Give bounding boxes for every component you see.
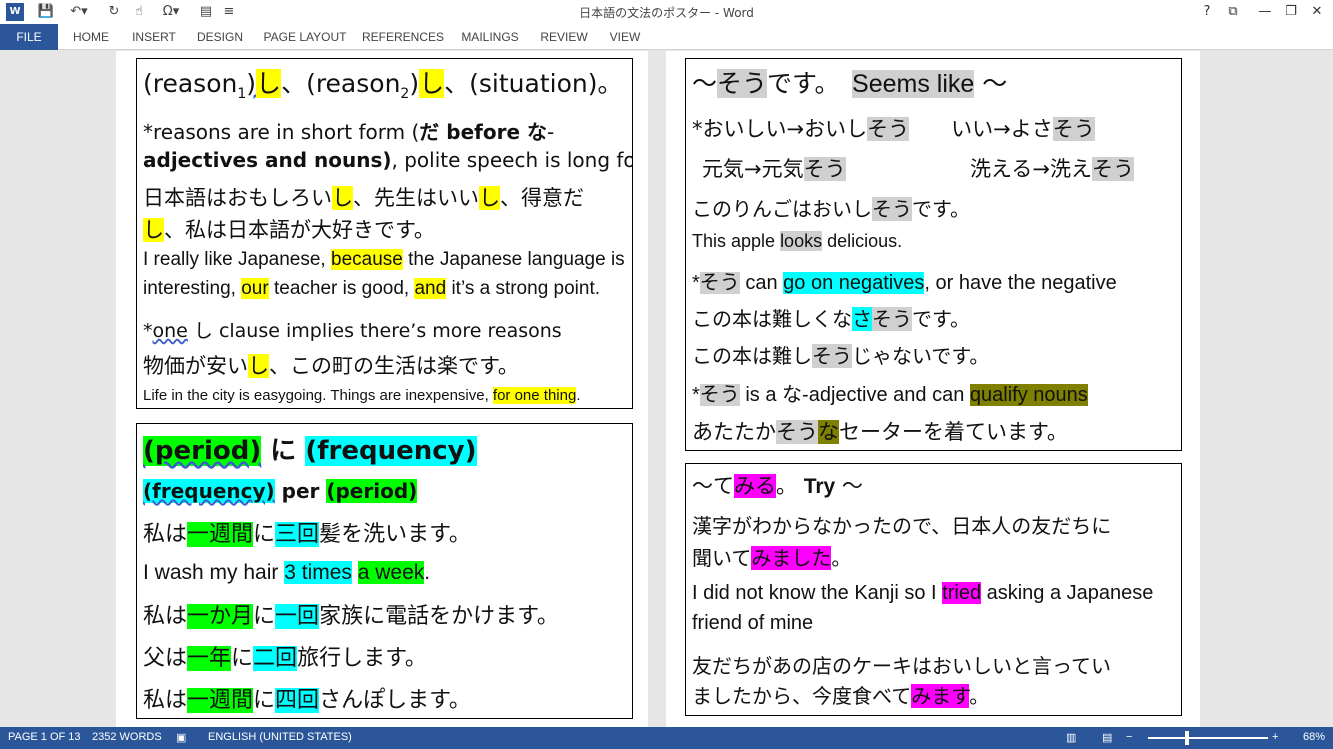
example-jp-kanji-b: 聞いてみました。 (692, 546, 852, 570)
box-reasons-shi: (reason1)し、(reason2)し、(situation)。 *reas… (136, 58, 633, 409)
zoom-slider[interactable] (1148, 737, 1268, 739)
ribbon-tabs: FILE HOME INSERT DESIGN PAGE LAYOUT REFE… (0, 24, 1333, 73)
example-jp-book-not-difficult: この本は難しくなさそうです。 (692, 307, 970, 331)
example-jp-travel: 父は一年に二回旅行します。 (143, 646, 427, 671)
restore-icon[interactable]: ❐ (1280, 2, 1302, 22)
proofing-icon[interactable]: ▣ (176, 731, 186, 744)
example-jp-book-difficult-neg: この本は難しそうじゃないです。 (692, 344, 990, 368)
word-count[interactable]: 2352 WORDS (92, 731, 162, 743)
heading-shi: (reason1)し、(reason2)し、(situation)。 (143, 69, 623, 102)
tab-file[interactable]: FILE (0, 24, 58, 50)
tab-view[interactable]: VIEW (602, 24, 648, 50)
box-frequency-ni: (period) に (frequency) (frequency) per (… (136, 423, 633, 719)
example-en-1b: interesting, our teacher is good, and it… (143, 278, 601, 299)
note-polite-speech: adjectives and nouns), polite speech is … (143, 148, 632, 172)
zoom-slider-thumb[interactable] (1184, 731, 1189, 745)
status-bar: PAGE 1 OF 13 2352 WORDS ▣ ENGLISH (UNITE… (0, 727, 1333, 749)
example-jp-cake-a: 友だちがあの店のケーキはおいしいと言ってい (692, 654, 1111, 678)
print-layout-icon[interactable]: ▤ (1102, 731, 1112, 744)
word-window: W 💾 ↶▾ ↻ ☝ Ω▾ ▤ ≡ 日本語の文法のポスター - Word ? ⧉… (0, 0, 1333, 749)
ribbon-display-options-icon[interactable]: ⧉ (1222, 2, 1244, 22)
zoom-level[interactable]: 68% (1303, 731, 1325, 743)
example-jp-cake-b: ましたから、今度食べてみます。 (692, 684, 990, 708)
note-na-adjective: *そう is a な-adjective and can qualify nou… (692, 384, 1088, 406)
example-jp-call-family: 私は一か月に一回家族に電話をかけます。 (143, 604, 559, 629)
tab-design[interactable]: DESIGN (192, 24, 248, 50)
window-title: 日本語の文法のポスター - Word (579, 6, 754, 20)
tab-insert[interactable]: INSERT (126, 24, 182, 50)
example-oishisou-yosasou: *おいしい→おいしそう いい→よさそう (692, 117, 1095, 141)
tab-review[interactable]: REVIEW (536, 24, 592, 50)
zoom-out-icon[interactable]: − (1126, 731, 1132, 743)
example-jp-1b: し、私は日本語が大好きです。 (143, 218, 435, 242)
tab-references[interactable]: REFERENCES (362, 24, 444, 50)
example-en-apple: This apple looks delicious. (692, 231, 903, 251)
heading-sou: ～そうです。 Seems like ～ (692, 69, 1008, 98)
tab-page-layout[interactable]: PAGE LAYOUT (258, 24, 352, 50)
help-icon[interactable]: ? (1196, 2, 1218, 22)
note-negatives: *そう can go on negatives, or have the neg… (692, 272, 1117, 294)
example-jp-sweater: あたたかそうなセーターを着ています。 (692, 420, 1068, 444)
example-en-wash-hair: I wash my hair 3 times a week. (143, 561, 431, 584)
example-jp-2: 物価が安いし、この町の生活は楽です。 (143, 354, 519, 378)
heading-temiru: ～てみる。 Try ～ (692, 474, 863, 498)
example-genkisou: 元気→元気そう (702, 157, 846, 181)
minimize-icon[interactable]: — (1254, 2, 1276, 22)
example-jp-wash-hair: 私は一週間に三回髪を洗います。 (143, 522, 471, 547)
example-jp-apple: このりんごはおいしそうです。 (692, 197, 970, 221)
tab-mailings[interactable]: MAILINGS (454, 24, 526, 50)
note-one-clause: *one し clause implies there’s more reaso… (143, 320, 562, 342)
example-en-1a: I really like Japanese, because the Japa… (143, 249, 625, 270)
example-en-kanji-a: I did not know the Kanji so I tried aski… (692, 582, 1154, 604)
read-mode-icon[interactable]: ▥ (1066, 731, 1076, 744)
box-temiru-try: ～てみる。 Try ～ 漢字がわからなかったので、日本人の友だちに 聞いてみまし… (685, 463, 1182, 716)
language-indicator[interactable]: ENGLISH (UNITED STATES) (208, 731, 352, 743)
example-araesou: 洗える→洗えそう (970, 157, 1134, 181)
heading-period-ni-frequency: (period) に (frequency) (143, 436, 477, 466)
note-short-form: *reasons are in short form (だ before な- (143, 120, 555, 144)
box-sou-seems-like: ～そうです。 Seems like ～ *おいしい→おいしそう いい→よさそう … (685, 58, 1182, 451)
subheading-frequency-per-period: (frequency) per (period) (143, 479, 418, 503)
document-area[interactable]: (reason1)し、(reason2)し、(situation)。 *reas… (0, 51, 1333, 727)
zoom-in-icon[interactable]: + (1272, 731, 1278, 743)
example-jp-1a: 日本語はおもしろいし、先生はいいし、得意だ (143, 186, 584, 210)
tab-home[interactable]: HOME (64, 24, 118, 50)
example-en-2: Life in the city is easygoing. Things ar… (143, 387, 581, 404)
example-jp-kanji-a: 漢字がわからなかったので、日本人の友だちに (692, 514, 1112, 538)
title-bar: W 💾 ↶▾ ↻ ☝ Ω▾ ▤ ≡ 日本語の文法のポスター - Word ? ⧉… (0, 0, 1333, 24)
example-en-kanji-b: friend of mine (692, 612, 814, 634)
close-icon[interactable]: ✕ (1306, 2, 1328, 22)
page-count[interactable]: PAGE 1 OF 13 (8, 731, 81, 743)
example-jp-walk: 私は一週間に四回さんぽします。 (143, 688, 471, 713)
